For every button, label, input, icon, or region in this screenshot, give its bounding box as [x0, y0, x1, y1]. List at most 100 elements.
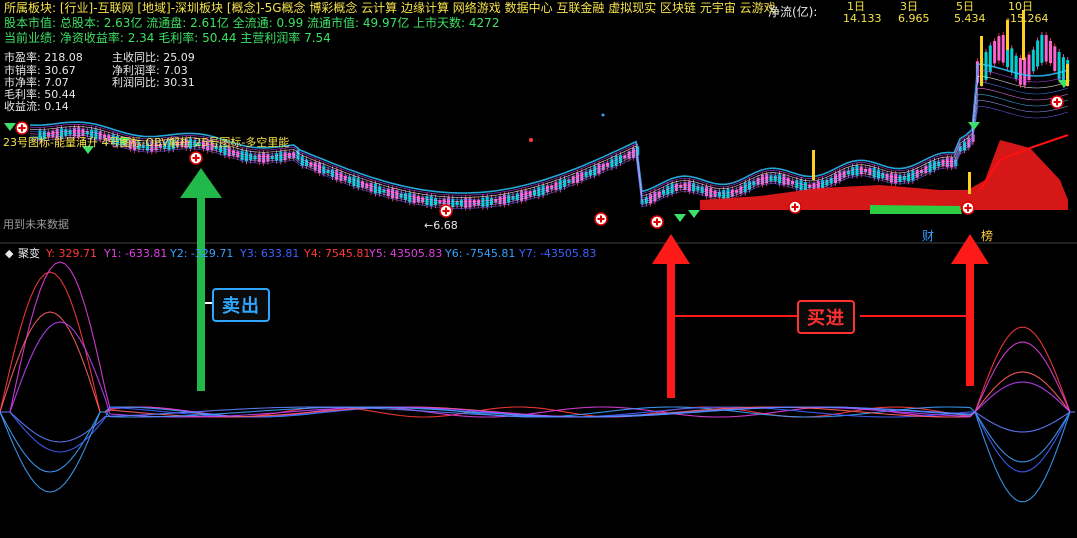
stat-pe: 市盈率: 218.08	[4, 51, 83, 64]
oscillator-line	[0, 271, 1075, 418]
candle-body	[416, 196, 420, 203]
candle-body	[249, 153, 253, 161]
candle-body	[941, 159, 945, 166]
buy-arrow-shaft-left	[667, 262, 675, 398]
volume-spike-bar	[1066, 64, 1069, 86]
candle-body	[1036, 40, 1040, 67]
buy-annotation: 买进	[797, 300, 855, 334]
volume-spike-bar	[968, 172, 971, 194]
volume-spike-bar	[812, 150, 815, 180]
candle-body	[859, 166, 863, 175]
finance-marker[interactable]: 财	[922, 230, 934, 243]
oscillator-line	[0, 406, 1075, 493]
net-flow-value-3: 6.965	[898, 12, 930, 25]
sell-arrow-shaft	[197, 196, 205, 391]
stat-profit-yoy: 利润同比: 30.31	[112, 76, 195, 89]
sell-arrow-head-icon	[180, 168, 222, 198]
candle-body	[683, 182, 687, 190]
candle-body	[81, 128, 85, 137]
readout-y: Y: 329.71	[46, 247, 97, 260]
low-price-label: ←6.68	[424, 219, 458, 232]
candle-body	[68, 129, 72, 135]
performance-line: 当前业绩: 净资收益率: 2.34 毛利率: 50.44 主营利润率 7.54	[4, 31, 331, 45]
indicator-legend: 23号图标-能量涌升 4号图标-OBV解析 25号图标-多空里能	[3, 136, 290, 149]
net-flow-value-10: -15.264	[1006, 12, 1049, 25]
candle-body	[404, 193, 407, 200]
candle-body	[361, 181, 364, 188]
candle-body	[515, 193, 519, 201]
candle-body	[305, 159, 309, 166]
sell-signal-diamond-icon	[4, 123, 16, 131]
candle-body	[459, 199, 463, 207]
ranking-marker[interactable]: 榜	[981, 230, 993, 243]
candle-body	[275, 153, 278, 161]
volume-spike-bar	[980, 36, 983, 86]
candle-body	[898, 175, 902, 182]
candle-body	[292, 152, 296, 159]
candle-body	[644, 197, 648, 204]
candle-body	[868, 167, 872, 176]
candle-body	[700, 186, 704, 193]
candle-body	[988, 45, 992, 73]
candle-body	[786, 177, 790, 185]
blue-dot	[601, 113, 605, 117]
readout-y3: Y3: 633.81	[240, 247, 300, 260]
candle-body	[348, 176, 352, 183]
candle-body	[1014, 55, 1018, 79]
stat-earnings-flow: 收益流: 0.14	[4, 100, 69, 113]
readout-y6: Y6: -7545.81	[445, 247, 516, 260]
candle-body	[1057, 51, 1061, 80]
green-fill-area	[870, 205, 962, 214]
sub-panel-title[interactable]: 聚变	[18, 247, 40, 260]
collapse-icon[interactable]: ◆	[5, 247, 13, 260]
oscillator-line	[0, 406, 1075, 443]
oscillator-line	[0, 261, 1075, 418]
candle-body	[1049, 40, 1052, 64]
oscillator-line	[0, 406, 1075, 503]
candle-body	[842, 170, 846, 178]
candle-body	[1031, 49, 1035, 72]
buy-arrow-shaft-right	[966, 262, 974, 386]
readout-y4: Y4: 7545.81	[304, 247, 371, 260]
candle-body	[773, 175, 777, 181]
candle-body	[477, 199, 481, 206]
candle-body	[717, 191, 721, 197]
candle-body	[1053, 46, 1057, 72]
candle-body	[1001, 35, 1005, 63]
readout-y2: Y2: -329.71	[170, 247, 234, 260]
net-flow-label: 净流(亿):	[768, 5, 818, 19]
future-data-note: 用到未来数据	[3, 218, 69, 231]
readout-y7: Y7: -43505.83	[519, 247, 597, 260]
red-dot	[529, 138, 533, 142]
candle-body	[769, 175, 773, 182]
sector-line: 所属板块: [行业]-互联网 [地域]-深圳板块 [概念]-5G概念 博彩概念 …	[4, 1, 776, 15]
candle-body	[601, 163, 605, 171]
candle-body	[434, 197, 438, 206]
candle-body	[528, 191, 532, 197]
stock-chart-window: 所属板块: [行业]-互联网 [地域]-深圳板块 [概念]-5G概念 博彩概念 …	[0, 0, 1077, 538]
readout-y5: Y5: 43505.83	[369, 247, 443, 260]
candle-body	[64, 129, 68, 136]
candle-body	[588, 169, 592, 176]
stat-revenue-yoy: 主收同比: 25.09	[112, 51, 195, 64]
sell-signal-diamond-icon	[968, 122, 980, 130]
candle-body	[993, 40, 997, 64]
candle-body	[236, 151, 240, 158]
market-cap-line: 股本市值: 总股本: 2.63亿 流通盘: 2.61亿 全流通: 0.99 流通…	[4, 16, 500, 30]
candle-body	[713, 190, 717, 197]
sell-signal-diamond-icon	[674, 214, 686, 222]
candle-body	[533, 189, 536, 196]
sell-annotation: 卖出	[212, 288, 270, 322]
candle-body	[1018, 57, 1022, 85]
candle-body	[1044, 35, 1048, 62]
candle-body	[657, 191, 661, 198]
candle-body	[885, 173, 889, 180]
candle-body	[232, 150, 235, 156]
net-flow-value-5: 5.434	[954, 12, 986, 25]
candle-body	[674, 183, 678, 191]
oscillator-line	[0, 321, 1075, 418]
candle-body	[997, 36, 1001, 61]
oscillator-line	[0, 311, 1075, 418]
candle-body	[421, 197, 425, 203]
sell-signal-diamond-icon	[688, 210, 700, 218]
